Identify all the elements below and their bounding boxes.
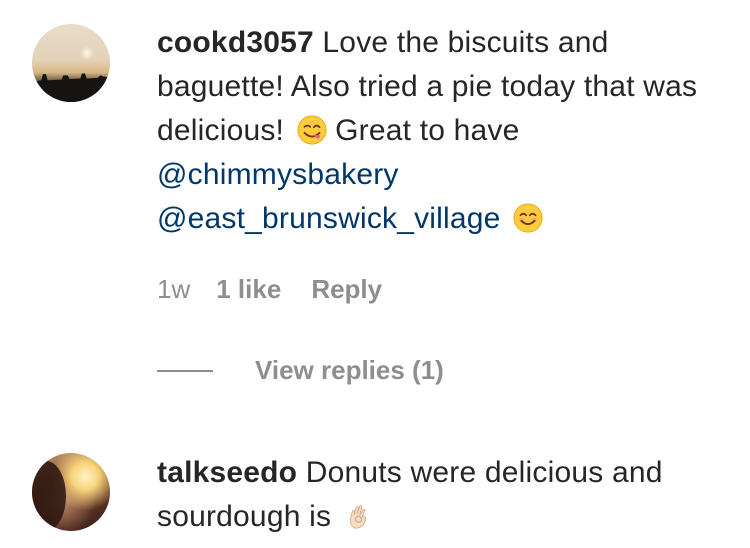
mention-link[interactable]: @chimmysbakery [157, 158, 399, 191]
reply-button[interactable]: Reply [311, 274, 382, 305]
comment-username[interactable]: cookd3057 [157, 26, 314, 59]
comment-body [501, 202, 510, 235]
ok-hand-icon [349, 505, 366, 529]
comment-text: cookd3057 Love the biscuits and baguette… [157, 21, 717, 241]
smiling-face-icon [513, 203, 543, 233]
comment-meta: 1w 1 like Reply [157, 274, 412, 305]
view-replies-button[interactable]: View replies (1) [157, 355, 444, 386]
view-replies-label: View replies (1) [255, 355, 444, 385]
likes-count-button[interactable]: 1 like [216, 274, 281, 305]
avatar[interactable] [32, 453, 110, 531]
face-savoring-food-icon [297, 115, 327, 145]
avatar-silhouette [32, 73, 110, 102]
divider-line [157, 369, 213, 372]
avatar-hair [32, 461, 66, 531]
mention-link[interactable]: @east_brunswick_village [157, 202, 501, 235]
comment-text: talkseedo Donuts were delicious and sour… [157, 451, 717, 539]
avatar[interactable] [32, 24, 110, 102]
avatar-sun-glow [80, 46, 94, 60]
comment-username[interactable]: talkseedo [157, 456, 297, 489]
comment-body: Great to have [326, 114, 520, 147]
comment-timestamp[interactable]: 1w [157, 274, 190, 305]
